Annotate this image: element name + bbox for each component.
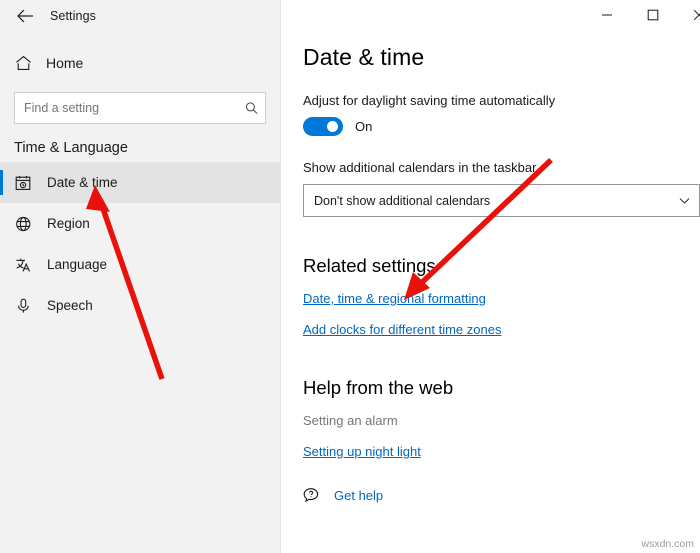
additional-calendars-dropdown[interactable]: Don't show additional calendars: [303, 184, 700, 217]
maximize-icon[interactable]: [630, 0, 676, 30]
help-from-web-title: Help from the web: [303, 377, 454, 398]
home-icon: [13, 55, 33, 71]
sidebar-item-speech[interactable]: Speech: [0, 285, 280, 326]
related-settings-title: Related settings: [303, 255, 436, 276]
sidebar-item-speech-label: Speech: [47, 298, 93, 313]
back-arrow-icon[interactable]: [10, 2, 40, 30]
sidebar-item-region[interactable]: Region: [0, 203, 280, 244]
close-icon[interactable]: [676, 0, 700, 30]
daylight-saving-toggle[interactable]: [303, 117, 343, 136]
sidebar-item-date-time-label: Date & time: [47, 175, 118, 190]
minimize-icon[interactable]: [584, 0, 630, 30]
link-add-clocks-time-zones[interactable]: Add clocks for different time zones: [303, 322, 501, 337]
sidebar-titlebar: Settings: [0, 0, 280, 32]
daylight-saving-state: On: [355, 119, 373, 134]
search-input[interactable]: [15, 93, 265, 123]
daylight-saving-label: Adjust for daylight saving time automati…: [303, 93, 556, 108]
search-box[interactable]: [14, 92, 266, 124]
question-bubble-icon: [303, 487, 322, 504]
caption-bar: [281, 0, 700, 32]
microphone-icon: [13, 298, 33, 314]
help-item-setting-an-alarm: Setting an alarm: [303, 413, 398, 428]
app-title: Settings: [50, 9, 96, 23]
chevron-down-icon: [679, 197, 690, 205]
calendar-clock-icon: [13, 175, 33, 191]
sidebar-section-title: Time & Language: [14, 140, 128, 156]
sidebar-item-region-label: Region: [47, 216, 90, 231]
sidebar-item-language[interactable]: Language: [0, 244, 280, 285]
main-content: Date & time Adjust for daylight saving t…: [281, 32, 700, 504]
sidebar-item-home-label: Home: [46, 55, 84, 71]
daylight-saving-row: On: [303, 117, 700, 136]
page-title: Date & time: [303, 44, 425, 70]
sidebar-item-date-time[interactable]: Date & time: [0, 162, 280, 203]
language-icon: [13, 257, 33, 273]
link-date-time-regional-formatting[interactable]: Date, time & regional formatting: [303, 291, 486, 306]
help-item-setting-up-night-light[interactable]: Setting up night light: [303, 444, 421, 459]
search-icon[interactable]: [245, 102, 258, 115]
toggle-knob: [327, 121, 338, 132]
sidebar-item-language-label: Language: [47, 257, 108, 272]
additional-calendars-value: Don't show additional calendars: [314, 193, 491, 208]
watermark: wsxdn.com: [641, 538, 694, 550]
get-help-row[interactable]: Get help: [303, 487, 700, 504]
get-help-link[interactable]: Get help: [334, 488, 383, 503]
sidebar: Settings Home Time & Language: [0, 0, 281, 553]
additional-calendars-label: Show additional calendars in the taskbar: [303, 160, 537, 175]
sidebar-item-home[interactable]: Home: [0, 44, 280, 82]
settings-window: Settings Home Time & Language: [0, 0, 700, 553]
main-panel: Date & time Adjust for daylight saving t…: [281, 0, 700, 553]
globe-icon: [13, 216, 33, 232]
